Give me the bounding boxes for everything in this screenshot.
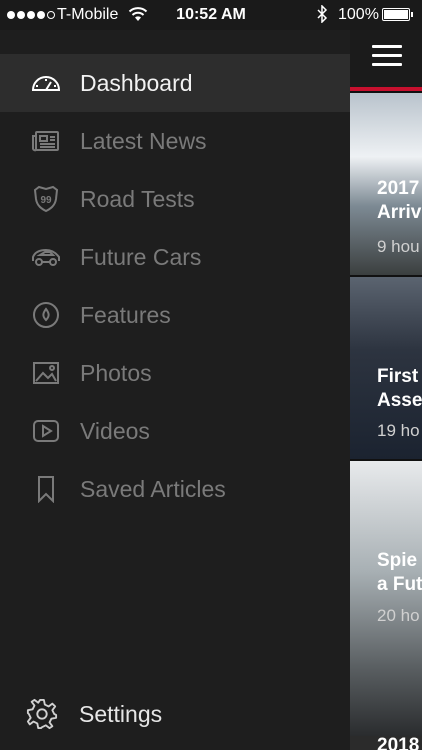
menu-label: Future Cars — [80, 243, 202, 270]
svg-text:99: 99 — [40, 195, 52, 206]
hamburger-menu-icon[interactable] — [372, 45, 402, 67]
article-time: 20 ho — [377, 606, 420, 625]
content-panel: 2017 Arriv 9 hou First Asse 19 ho Spie a… — [350, 30, 422, 750]
menu-item-videos[interactable]: Videos — [0, 402, 350, 460]
battery-cap — [411, 12, 413, 17]
article-card[interactable]: Spie a Fut 20 ho — [350, 461, 422, 736]
play-icon — [30, 415, 62, 447]
status-bar: T-Mobile 10:52 AM 100% — [0, 0, 422, 30]
article-title-line: Arriv — [377, 202, 422, 223]
target-icon — [30, 299, 62, 331]
newspaper-icon — [30, 125, 62, 157]
menu-item-latest-news[interactable]: Latest News — [0, 112, 350, 170]
article-title-line: Asse — [377, 390, 422, 411]
accent-divider — [350, 87, 422, 91]
menu-label: Videos — [80, 417, 150, 444]
highway-99-icon: 99 — [30, 183, 62, 215]
top-bar — [350, 30, 422, 87]
menu-item-dashboard[interactable]: Dashboard — [0, 54, 350, 112]
article-title-line: 2018 — [377, 736, 420, 750]
car-icon — [30, 241, 62, 273]
menu-item-settings[interactable]: Settings — [0, 685, 350, 743]
article-card[interactable]: 2017 Arriv 9 hou — [350, 93, 422, 275]
menu-label: Saved Articles — [80, 475, 226, 502]
navigation-drawer: Dashboard Latest News 99 Road Tests Futu… — [0, 30, 350, 750]
menu-label: Features — [80, 301, 171, 328]
menu-item-photos[interactable]: Photos — [0, 344, 350, 402]
battery-icon — [382, 8, 410, 21]
gear-icon — [26, 698, 58, 730]
bookmark-icon — [30, 473, 62, 505]
menu-item-features[interactable]: Features — [0, 286, 350, 344]
article-time: 19 ho — [377, 421, 420, 440]
speedometer-icon — [30, 67, 62, 99]
battery-percentage: 100% — [338, 6, 379, 23]
menu-label: Latest News — [80, 127, 207, 154]
article-card[interactable]: First Asse 19 ho — [350, 277, 422, 459]
menu-label: Dashboard — [80, 69, 193, 96]
menu-item-future-cars[interactable]: Future Cars — [0, 228, 350, 286]
bluetooth-icon — [317, 5, 328, 23]
menu-item-saved-articles[interactable]: Saved Articles — [0, 460, 350, 518]
menu-label: Settings — [79, 700, 163, 727]
article-time: 9 hou — [377, 237, 420, 256]
article-card[interactable]: 2018 — [350, 736, 422, 750]
article-title-line: Spie — [377, 550, 418, 571]
menu-item-road-tests[interactable]: 99 Road Tests — [0, 170, 350, 228]
menu-label: Road Tests — [80, 185, 195, 212]
article-title-line: 2017 — [377, 178, 420, 199]
menu-label: Photos — [80, 359, 152, 386]
article-title-line: a Fut — [377, 574, 422, 595]
article-title-line: First — [377, 366, 419, 387]
photo-icon — [30, 357, 62, 389]
